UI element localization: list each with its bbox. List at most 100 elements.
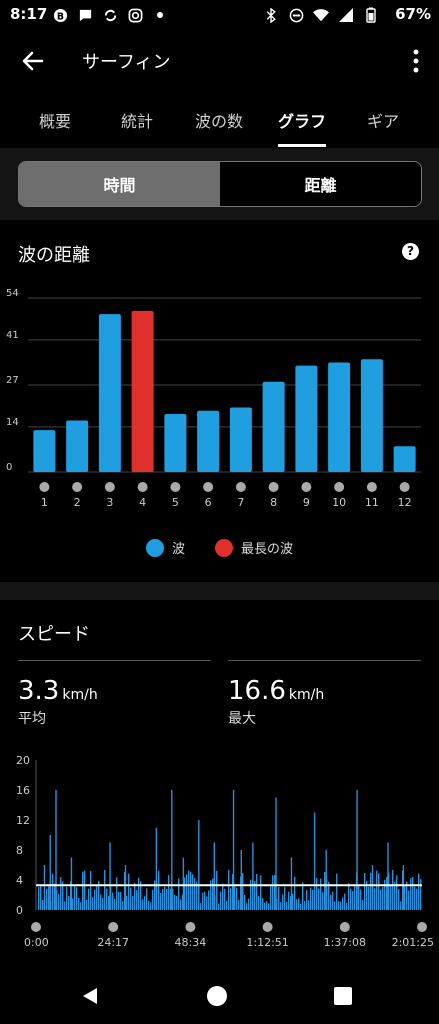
speed-bar <box>350 888 352 910</box>
speed-bar <box>242 873 244 910</box>
speed-spike <box>290 857 293 910</box>
speed-bar <box>286 901 288 910</box>
speed-bar <box>76 887 78 910</box>
bar <box>360 359 383 472</box>
bar <box>66 420 89 472</box>
x-tick-dot <box>417 922 427 932</box>
speed-spike <box>213 842 215 910</box>
speed-bar <box>216 871 218 910</box>
bar <box>393 446 416 472</box>
x-tick-dot <box>185 922 196 932</box>
speed-bar <box>306 890 308 910</box>
speed-title: スピード <box>18 624 90 645</box>
tab-gear[interactable]: ギア <box>366 108 400 132</box>
toggle-distance[interactable]: 距離 <box>220 162 421 206</box>
page-title: サーフィン <box>82 52 171 73</box>
speed-bar <box>42 900 44 910</box>
legend-item-wave: 波 <box>145 538 185 557</box>
speed-spike <box>402 865 405 910</box>
more-vert-icon[interactable] <box>411 48 421 74</box>
speed-bar <box>146 888 148 910</box>
y-tick-label: 54 <box>6 288 19 299</box>
bar <box>197 410 220 472</box>
speed-bar <box>420 879 422 910</box>
speed-bar <box>398 888 400 910</box>
speed-bar <box>38 887 40 910</box>
svg-text:B: B <box>56 11 63 22</box>
speed-bar <box>218 903 220 910</box>
y-tick-label: 0 <box>6 462 12 473</box>
speed-bar <box>138 877 140 910</box>
x-tick-dot <box>203 482 214 492</box>
speed-bar <box>224 888 226 910</box>
instagram-icon <box>127 7 143 23</box>
speed-spike <box>198 820 200 910</box>
x-tick-label: 3 <box>106 496 113 509</box>
speed-chart: 20 16 12 8 4 0 0:00 24:17 48:34 1:12:51 1:37:08 2:0… <box>16 754 434 949</box>
speed-bar <box>206 896 208 910</box>
nav-recents-icon[interactable] <box>334 987 352 1009</box>
tab-wave-count[interactable]: 波の数 <box>194 108 244 132</box>
speed-bar <box>228 869 230 910</box>
speed-bar <box>68 895 70 910</box>
speed-bar <box>46 888 48 910</box>
x-tick-label: 9 <box>303 496 310 509</box>
legend-label-longest: 最長の波 <box>241 542 294 557</box>
back-arrow-icon[interactable] <box>18 46 48 76</box>
speed-bar <box>74 884 76 910</box>
tab-bar: 概要 統計 波の数 グラフ ギア <box>0 98 439 146</box>
tab-indicator <box>278 144 326 147</box>
speed-bar <box>412 877 414 910</box>
speed-bar <box>336 873 338 910</box>
speed-bar <box>144 896 146 910</box>
nav-home-icon[interactable] <box>206 985 228 1011</box>
x-tick-label: 1 <box>41 496 48 509</box>
max-speed: 16.6 km/h <box>228 676 324 706</box>
speed-bar <box>266 901 268 910</box>
speed-bar <box>162 888 164 910</box>
x-tick-dot <box>170 482 181 492</box>
speed-bar <box>360 889 362 910</box>
speed-bar <box>136 890 138 910</box>
tab-stats[interactable]: 統計 <box>120 108 154 132</box>
speed-bar <box>222 883 224 910</box>
x-tick-dot <box>108 922 119 932</box>
bar <box>33 430 56 472</box>
speed-bar <box>100 894 102 910</box>
speed-spike <box>43 865 46 910</box>
tab-overview[interactable]: 概要 <box>38 108 72 132</box>
speed-spike <box>182 857 185 910</box>
status-time: 8:17 <box>10 5 48 23</box>
speed-bar <box>112 892 114 910</box>
tab-graph[interactable]: グラフ <box>276 108 328 132</box>
y-tick-label: 12 <box>16 814 30 827</box>
speed-bar <box>66 886 68 910</box>
speed-bar <box>80 902 82 910</box>
toggle-time[interactable]: 時間 <box>19 162 220 206</box>
speed-bar <box>270 885 272 910</box>
speed-bar <box>188 870 190 910</box>
speed-bar <box>408 890 410 910</box>
nav-back-icon[interactable] <box>80 986 100 1010</box>
speed-bar <box>284 887 286 910</box>
bluetooth-icon <box>263 7 279 23</box>
speed-bar <box>64 901 66 910</box>
x-tick-dot <box>334 482 345 492</box>
speed-spike <box>55 790 57 910</box>
speed-bar <box>88 888 90 910</box>
speed-bar <box>338 901 340 910</box>
speed-bar <box>148 900 150 910</box>
speed-bar <box>294 876 296 910</box>
speed-bar <box>246 903 248 910</box>
speed-bar <box>396 875 398 910</box>
speed-spike <box>49 835 51 910</box>
help-icon[interactable]: ? <box>402 243 419 260</box>
speed-bar <box>380 889 382 910</box>
x-tick-label: 7 <box>237 496 244 509</box>
speed-bar <box>184 877 186 910</box>
chart-legend: 波 最長の波 <box>0 538 439 557</box>
speed-bar <box>180 899 182 910</box>
speed-bar <box>340 901 342 910</box>
x-tick-label: 1:12:51 <box>246 936 288 949</box>
speed-bar <box>320 878 322 910</box>
